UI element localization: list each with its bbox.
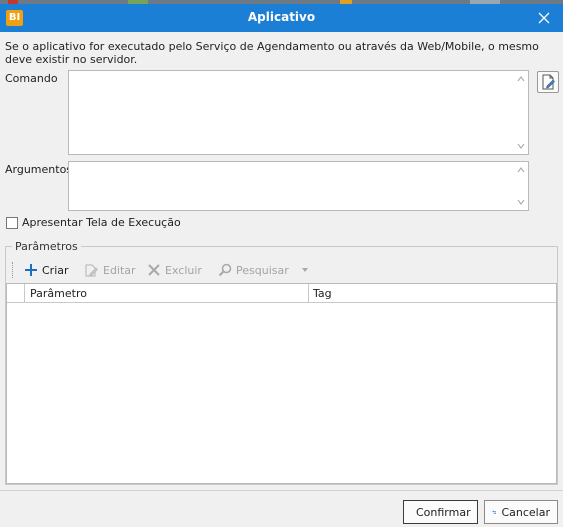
comando-label: Comando — [5, 72, 58, 85]
scroll-down-icon — [517, 199, 525, 205]
comando-textarea[interactable] — [68, 70, 529, 155]
undo-icon — [492, 510, 497, 514]
plus-icon — [25, 264, 37, 276]
editar-button[interactable]: Editar — [84, 262, 136, 278]
argumentos-label: Argumentos — [5, 163, 73, 176]
column-header-tag[interactable]: Tag — [309, 284, 558, 303]
criar-label: Criar — [42, 263, 69, 277]
dropdown-arrow-icon — [302, 268, 308, 272]
window-title: Aplicativo — [247, 10, 316, 24]
scroll-down-icon — [517, 143, 525, 149]
edit-document-icon — [542, 74, 555, 90]
excluir-button[interactable]: Excluir — [147, 262, 202, 278]
comando-scrollbar[interactable] — [514, 71, 528, 154]
title-bar: BI Aplicativo — [0, 4, 563, 32]
row-selector-header[interactable] — [7, 284, 25, 303]
apresentar-tela-checkbox[interactable] — [6, 217, 18, 229]
toolbar-grip[interactable] — [12, 262, 14, 278]
edit-icon — [85, 264, 98, 276]
confirmar-button[interactable]: Confirmar — [403, 500, 478, 524]
scroll-up-icon — [517, 167, 525, 173]
group-border-top — [5, 246, 558, 247]
argumentos-scrollbar[interactable] — [514, 162, 528, 210]
parametros-grid[interactable]: Parâmetro Tag — [6, 283, 557, 484]
grid-header: Parâmetro Tag — [7, 284, 556, 303]
pesquisar-label: Pesquisar — [236, 263, 289, 277]
column-header-parametro[interactable]: Parâmetro — [26, 284, 309, 303]
pesquisar-button[interactable]: Pesquisar — [218, 262, 289, 278]
delete-x-icon — [148, 264, 160, 276]
criar-button[interactable]: Criar — [24, 262, 69, 278]
cancelar-button[interactable]: Cancelar — [484, 500, 558, 524]
scroll-up-icon — [517, 76, 525, 82]
parametros-toolbar: Criar Editar Excluir Pesquisar — [10, 260, 550, 280]
confirmar-label: Confirmar — [416, 505, 471, 519]
pesquisar-dropdown[interactable] — [302, 262, 308, 278]
close-icon[interactable] — [537, 11, 551, 25]
apresentar-tela-label[interactable]: Apresentar Tela de Execução — [22, 216, 181, 229]
parametros-group-title: Parâmetros — [12, 240, 81, 253]
select-file-button[interactable] — [537, 71, 559, 93]
footer-divider — [0, 490, 563, 491]
info-message: Se o aplicativo for executado pelo Servi… — [5, 40, 539, 66]
search-icon — [218, 263, 232, 277]
editar-label: Editar — [103, 263, 136, 277]
cancelar-label: Cancelar — [501, 505, 550, 519]
argumentos-textarea[interactable] — [68, 161, 529, 211]
excluir-label: Excluir — [165, 263, 202, 277]
